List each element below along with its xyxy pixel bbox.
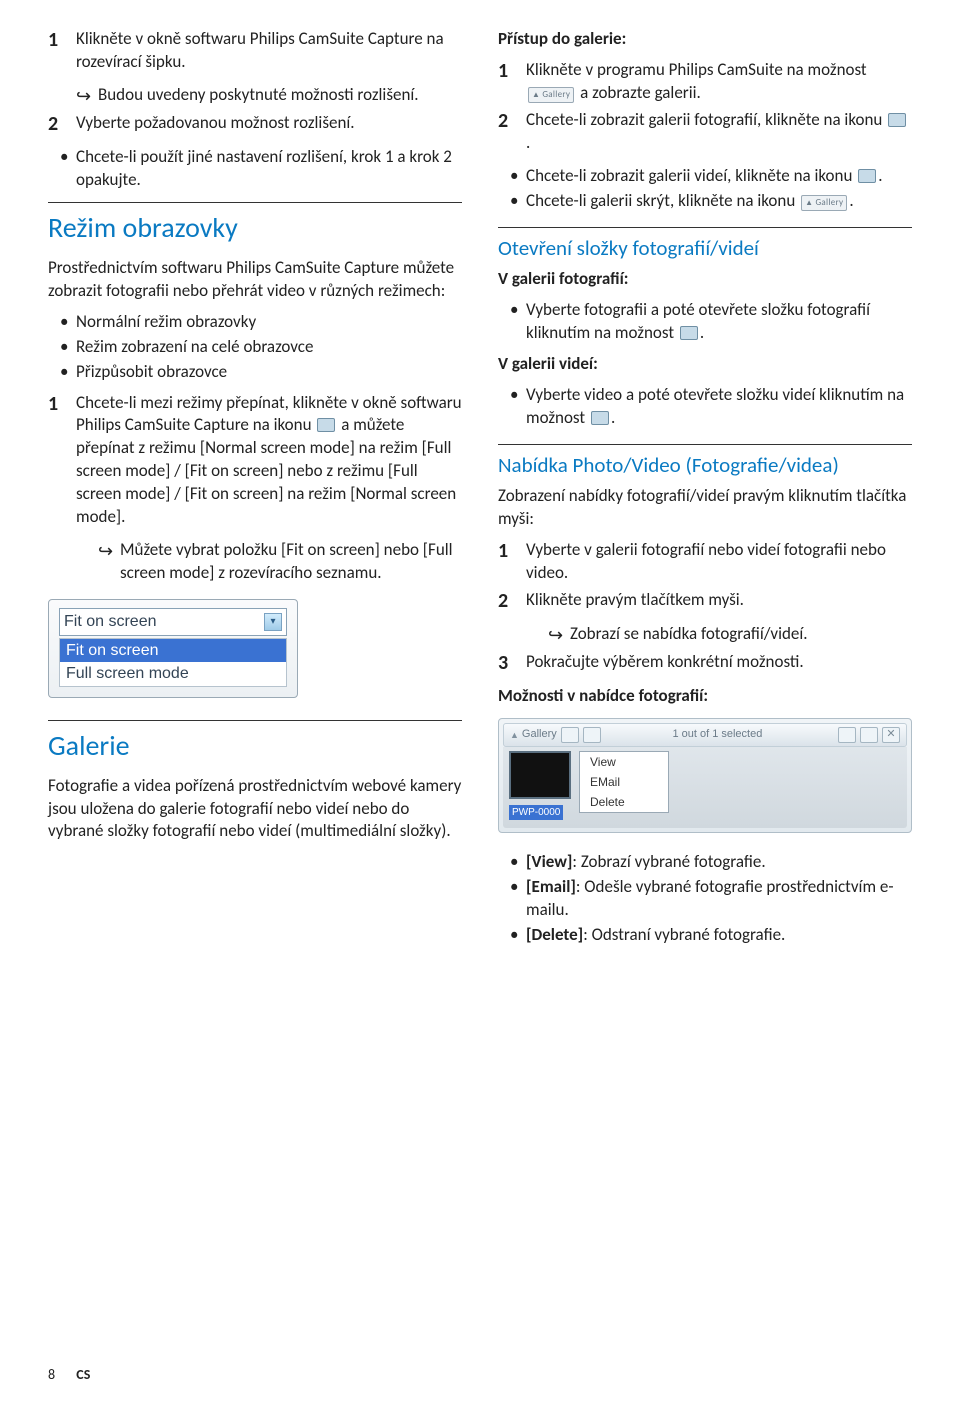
step-text-after: a zobrazte galerii. — [580, 82, 701, 103]
dot: . — [700, 322, 704, 343]
section-heading: Galerie — [48, 720, 462, 765]
step-text: Klikněte v programu Philips CamSuite na … — [526, 59, 912, 105]
chevron-up-icon: ▲ — [510, 729, 519, 741]
step-number: 3 — [498, 651, 526, 675]
term: [View] — [526, 851, 572, 872]
step-number: 1 — [48, 28, 76, 74]
dot: . — [878, 165, 882, 186]
section-intro: Fotografie a videa pořízená prostřednict… — [48, 775, 462, 844]
dropdown-screenshot: Fit on screen ▾ Fit on screen Full scree… — [48, 599, 462, 698]
term: [Email] — [526, 876, 576, 897]
mode-bullet: Režim zobrazení na celé obrazovce — [76, 336, 462, 359]
bullet-before: Chcete-li galerii skrýt, klikněte na iko… — [526, 190, 799, 211]
gallery-label: Gallery — [522, 727, 557, 742]
result-arrow: Můžete vybrat položku [Fit on screen] ne… — [98, 539, 462, 585]
step-text: Chcete-li mezi režimy přepínat, klikněte… — [76, 392, 462, 530]
thumbnail-label: PWP-0000 — [509, 805, 563, 821]
desc: : Odstraní vybrané fotografie. — [583, 924, 785, 945]
step-number: 2 — [498, 109, 526, 155]
photo-icon — [888, 113, 906, 127]
result-text: Můžete vybrat položku [Fit on screen] ne… — [120, 539, 462, 585]
chevron-down-icon: ▾ — [264, 613, 282, 631]
desc: : Odešle vybrané fotografie prostřednict… — [526, 876, 894, 920]
step-text: Vyberte v galerii fotografií nebo videí … — [526, 539, 912, 585]
folder-photo-icon — [680, 326, 698, 340]
section-intro: Zobrazení nabídky fotografií/videí pravý… — [498, 485, 912, 531]
bullet-before: Vyberte fotografii a poté otevřete složk… — [526, 299, 870, 343]
step-text: Pokračujte výběrem konkrétní možnosti. — [526, 651, 912, 675]
gallery-toolbar-screenshot: ▲ Gallery 1 out of 1 selected ✕ PWP-0000… — [498, 718, 912, 833]
note-bullet: Vyberte fotografii a poté otevřete složk… — [526, 299, 912, 345]
close-icon[interactable]: ✕ — [882, 727, 900, 743]
toolbar-button[interactable] — [583, 727, 601, 743]
selection-status: 1 out of 1 selected — [672, 727, 762, 742]
mode-bullet: Normální režim obrazovky — [76, 311, 462, 334]
bullet-before: Chcete-li zobrazit galerii videí, klikně… — [526, 165, 856, 186]
step-number: 1 — [498, 539, 526, 585]
result-arrow: Zobrazí se nabídka fotografií/videí. — [548, 623, 912, 647]
result-text: Budou uvedeny poskytnuté možnosti rozliš… — [98, 84, 419, 108]
group-title: Možnosti v nabídce fotografií: — [498, 685, 912, 708]
page-number: 8 — [48, 1366, 55, 1383]
step-text-before: Klikněte v programu Philips CamSuite na … — [526, 59, 867, 80]
group-title: V galerii fotografií: — [498, 268, 912, 291]
dropdown-selected: Fit on screen — [64, 611, 156, 633]
dot: . — [611, 407, 615, 428]
video-icon — [858, 169, 876, 183]
step-number: 1 — [48, 392, 76, 530]
thumbnail — [509, 751, 571, 799]
step-number: 2 — [48, 112, 76, 136]
bullet-before: Vyberte video a poté otevřete složku vid… — [526, 384, 904, 428]
thumbnail-wrap[interactable]: PWP-0000 — [509, 751, 571, 822]
step-text: Klikněte v okně softwaru Philips CamSuit… — [76, 28, 462, 74]
result-text: Zobrazí se nabídka fotografií/videí. — [570, 623, 808, 647]
menu-item-view[interactable]: View — [580, 752, 668, 772]
step-text: Klikněte pravým tlačítkem myši. — [526, 589, 912, 613]
gallery-button-icon: ▲ Gallery — [528, 87, 574, 103]
folder-video-icon — [591, 411, 609, 425]
step-number: 1 — [498, 59, 526, 105]
group-title: V galerii videí: — [498, 353, 912, 376]
dropdown-option[interactable]: Full screen mode — [60, 662, 286, 686]
desc: : Zobrazí vybrané fotografie. — [572, 851, 765, 872]
screenmode-icon — [317, 418, 335, 432]
toolbar-button[interactable] — [860, 727, 878, 743]
dropdown-option[interactable]: Fit on screen — [60, 639, 286, 663]
page-footer: 8 CS — [48, 1366, 90, 1385]
step-text-before: Chcete-li zobrazit galerii fotografií, k… — [526, 109, 886, 130]
step-text: Chcete-li zobrazit galerii fotografií, k… — [526, 109, 912, 155]
definition-bullet: [View]: Zobrazí vybrané fotografie. — [526, 851, 912, 874]
section-heading: Režim obrazovky — [48, 202, 462, 247]
step-number: 2 — [498, 589, 526, 613]
dropdown-list[interactable]: Fit on screen Full screen mode — [59, 638, 287, 687]
step-text: Vyberte požadovanou možnost rozlišení. — [76, 112, 462, 136]
section-intro: Prostřednictvím softwaru Philips CamSuit… — [48, 257, 462, 303]
menu-item-delete[interactable]: Delete — [580, 792, 668, 812]
definition-bullet: [Email]: Odešle vybrané fotografie prost… — [526, 876, 912, 922]
context-menu[interactable]: View EMail Delete — [579, 751, 669, 814]
language-code: CS — [76, 1366, 90, 1383]
gallery-hide-icon: ▲ Gallery — [801, 195, 847, 211]
toolbar-button[interactable] — [561, 727, 579, 743]
note-bullet: Vyberte video a poté otevřete složku vid… — [526, 384, 912, 430]
dot: . — [526, 132, 530, 153]
dropdown-combo[interactable]: Fit on screen ▾ — [59, 608, 287, 636]
result-arrow: Budou uvedeny poskytnuté možnosti rozliš… — [76, 84, 462, 108]
note-bullet: Chcete-li zobrazit galerii videí, klikně… — [526, 165, 912, 188]
subsection-heading: Otevření složky fotografií/videí — [498, 227, 912, 262]
dot: . — [849, 190, 853, 211]
subsection-title: Přístup do galerie: — [498, 28, 912, 51]
subsection-heading: Nabídka Photo/Video (Fotografie/videa) — [498, 444, 912, 479]
definition-bullet: [Delete]: Odstraní vybrané fotografie. — [526, 924, 912, 947]
gallery-toolbar: ▲ Gallery 1 out of 1 selected ✕ — [503, 723, 907, 747]
menu-item-email[interactable]: EMail — [580, 772, 668, 792]
mode-bullet: Přizpůsobit obrazovce — [76, 361, 462, 384]
toolbar-button[interactable] — [838, 727, 856, 743]
note-bullet: Chcete-li použít jiné nastavení rozlišen… — [76, 146, 462, 192]
note-bullet: Chcete-li galerii skrýt, klikněte na iko… — [526, 190, 912, 213]
term: [Delete] — [526, 924, 583, 945]
